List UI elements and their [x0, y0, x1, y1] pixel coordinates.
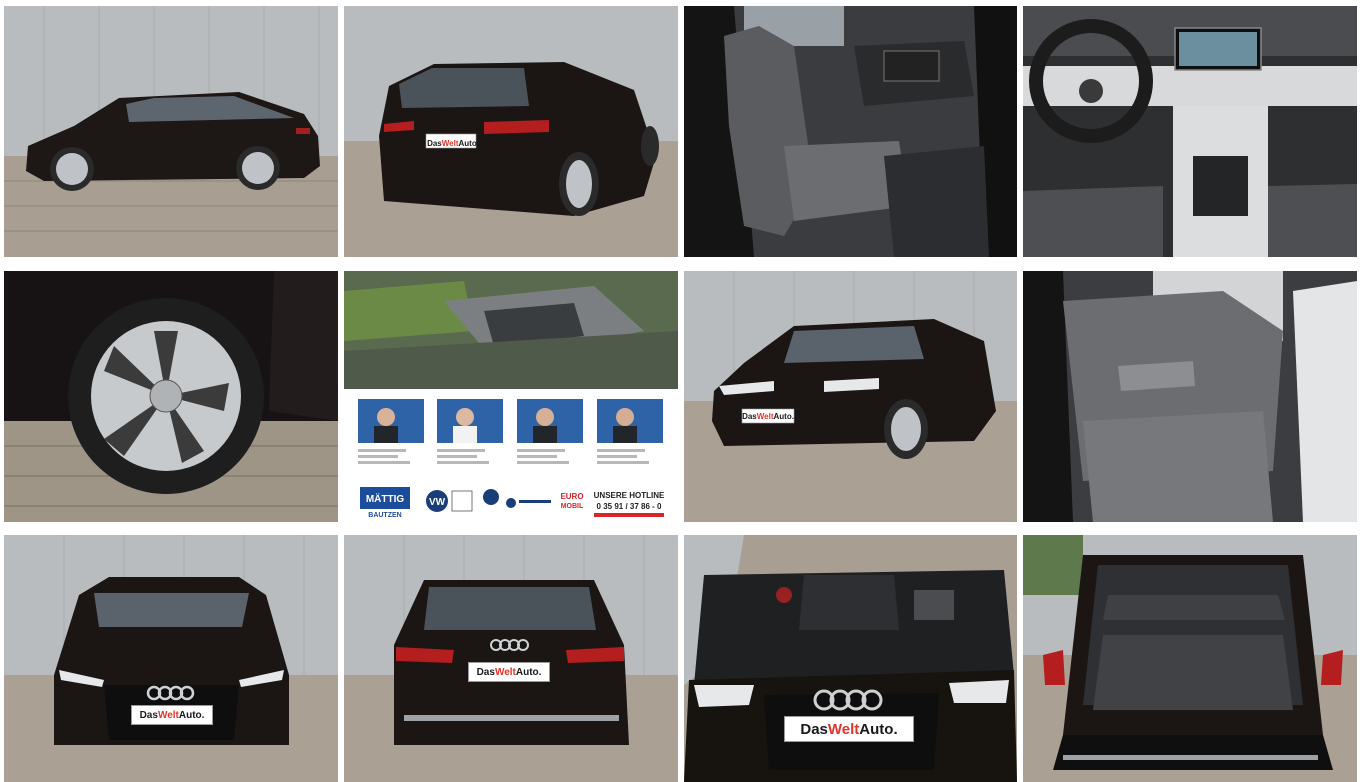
gallery-photo-trunk[interactable]	[1023, 535, 1357, 782]
euro-mobil-label: EURO	[560, 492, 583, 501]
plate-rear-three-quarter: Das Welt Auto.	[427, 138, 479, 148]
plate-front-view: Das Welt Auto.	[131, 705, 213, 725]
gallery-photo-front-three-quarter[interactable]	[684, 271, 1017, 522]
hotline-title: UNSERE HOTLINE	[594, 491, 665, 500]
gallery-photo-cockpit[interactable]	[1023, 6, 1357, 257]
plate-engine-bay: Das Welt Auto.	[784, 716, 914, 742]
gallery-photo-engine-bay[interactable]	[684, 535, 1017, 782]
dealer-city-text: BAUTZEN	[368, 512, 401, 519]
gallery-photo-front-seats[interactable]	[684, 6, 1017, 257]
photo-gallery-grid: MÄTTIG BAUTZEN VW EURO MOBIL UNSERE HOTL…	[0, 0, 1365, 782]
gallery-photo-wheel[interactable]	[4, 271, 338, 522]
plate-front-three-quarter: Das Welt Auto.	[742, 411, 794, 421]
gallery-photo-rear-view[interactable]	[344, 535, 678, 782]
gallery-photo-rear-three-quarter[interactable]	[344, 6, 678, 257]
dealer-logo-text: MÄTTIG	[366, 492, 405, 505]
svg-text:VW: VW	[429, 497, 446, 508]
hotline-number: 0 35 91 / 37 86 - 0	[597, 502, 662, 511]
vw-nutzfahrzeuge-logo-icon	[483, 489, 499, 505]
gallery-photo-rear-seats[interactable]	[1023, 271, 1357, 522]
euro-mobil-sub: MOBIL	[561, 503, 584, 510]
gallery-photo-front-view[interactable]	[4, 535, 338, 782]
gallery-photo-dealer-info[interactable]: MÄTTIG BAUTZEN VW EURO MOBIL UNSERE HOTL…	[344, 271, 678, 522]
plate-rear-view: Das Welt Auto.	[468, 662, 550, 682]
gallery-photo-side-view[interactable]	[4, 6, 338, 257]
